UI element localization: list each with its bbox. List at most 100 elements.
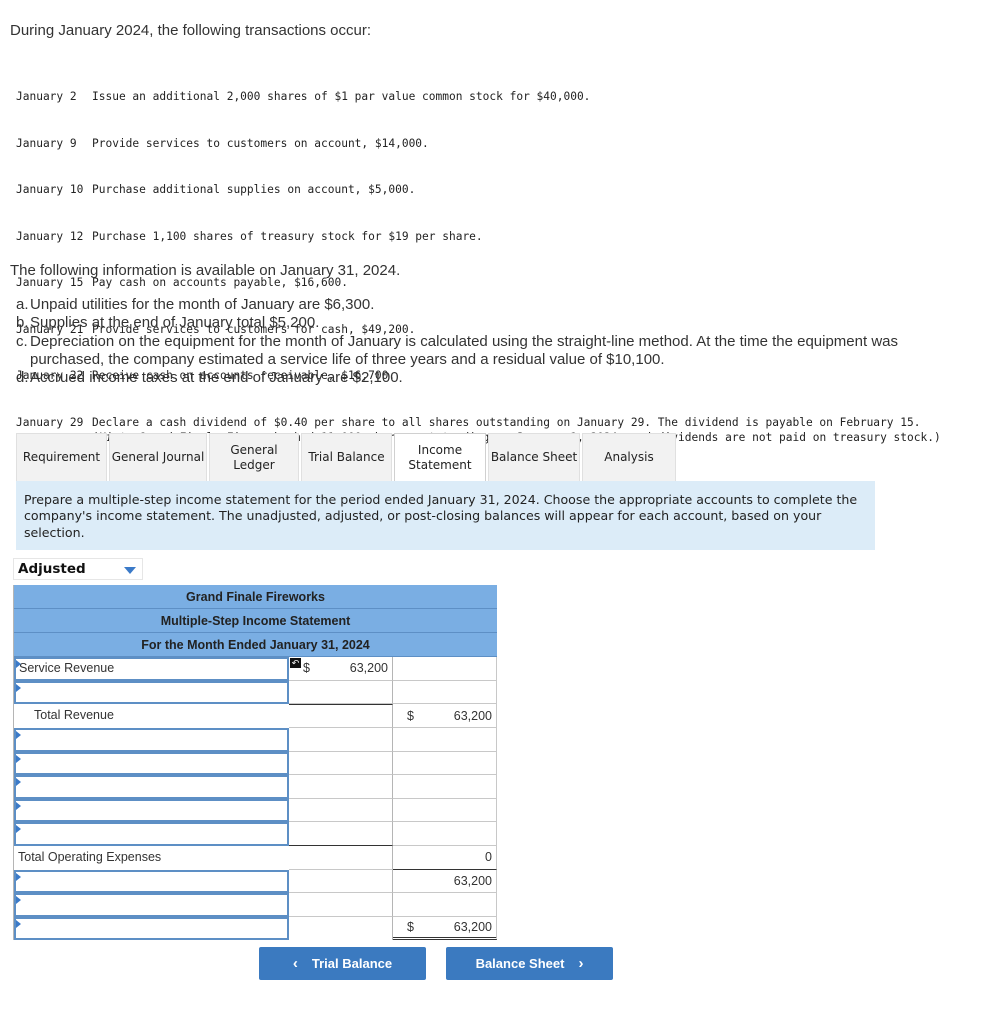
- balance-type-select[interactable]: Adjusted: [13, 558, 143, 580]
- amount-cell[interactable]: [289, 680, 393, 704]
- total-cell: [393, 798, 497, 822]
- dropdown-arrow-icon: [16, 872, 21, 881]
- statement-title: Multiple-Step Income Statement: [14, 609, 497, 633]
- row-label: Total Operating Expenses: [18, 849, 162, 864]
- account-select[interactable]: [14, 798, 289, 822]
- info-heading: The following information is available o…: [10, 262, 401, 279]
- amount-cell[interactable]: [289, 728, 393, 752]
- transaction-text: Issue an additional 2,000 shares of $1 p…: [92, 90, 591, 103]
- tab-analysis[interactable]: Analysis: [582, 433, 676, 481]
- account-select[interactable]: [14, 893, 289, 917]
- amount-cell: [289, 916, 393, 940]
- balance-type-value: Adjusted: [18, 561, 86, 577]
- account-select[interactable]: [14, 728, 289, 752]
- info-item: a. Unpaid utilities for the month of Janu…: [16, 296, 966, 314]
- instruction-text: Prepare a multiple-step income statement…: [16, 481, 875, 550]
- account-select[interactable]: Service Revenue: [14, 657, 289, 681]
- tab-balance-sheet[interactable]: Balance Sheet: [488, 433, 580, 481]
- total-value: 63,200: [453, 873, 492, 888]
- currency-symbol: $: [407, 919, 414, 934]
- prev-button-label: Trial Balance: [311, 956, 393, 971]
- account-select[interactable]: [14, 751, 289, 775]
- next-button-label: Balance Sheet: [475, 956, 565, 971]
- info-item: c. Depreciation on the equipment for the …: [16, 333, 966, 370]
- tab-bar: Requirement General Journal General Ledg…: [16, 433, 678, 481]
- amount-cell[interactable]: [289, 751, 393, 775]
- amount-cell[interactable]: ↶ $ 63,200: [289, 657, 393, 681]
- statement-company: Grand Finale Fireworks: [14, 585, 497, 609]
- next-balance-sheet-button[interactable]: Balance Sheet ›: [446, 947, 613, 980]
- table-row: [14, 775, 497, 799]
- dropdown-arrow-icon: [16, 778, 21, 786]
- table-row: [14, 680, 497, 704]
- table-row: $ 63,200: [14, 916, 497, 940]
- dropdown-arrow-icon: [16, 801, 21, 810]
- table-row: Total Revenue $ 63,200: [14, 704, 497, 728]
- table-row: [14, 751, 497, 775]
- total-cell: [393, 822, 497, 846]
- chevron-down-icon[interactable]: [124, 567, 136, 574]
- table-row: [14, 893, 497, 917]
- total-value: 0: [485, 850, 492, 864]
- total-cell: 0: [393, 845, 497, 870]
- amount-cell[interactable]: [289, 822, 393, 846]
- statement-period: For the Month Ended January 31, 2024: [14, 633, 497, 657]
- account-select[interactable]: [14, 822, 289, 846]
- info-letter: a.: [16, 296, 29, 313]
- account-select[interactable]: [14, 916, 289, 940]
- account-select[interactable]: [14, 680, 289, 704]
- amount-cell[interactable]: [289, 775, 393, 799]
- table-row: [14, 728, 497, 752]
- dropdown-arrow-icon: [16, 896, 21, 904]
- tab-income-statement[interactable]: Income Statement: [394, 433, 486, 481]
- tab-trial-balance[interactable]: Trial Balance: [301, 433, 392, 481]
- intro-text: During January 2024, the following trans…: [10, 22, 372, 39]
- info-text: Supplies at the end of January total $5,…: [30, 314, 320, 332]
- row-label: Total Revenue: [34, 708, 114, 722]
- amount-cell: [289, 704, 393, 728]
- transaction-text: Purchase 1,100 shares of treasury stock …: [92, 229, 483, 243]
- currency-symbol: $: [303, 661, 310, 676]
- amount-cell[interactable]: [289, 798, 393, 822]
- dropdown-arrow-icon: [16, 919, 21, 928]
- transaction-date: January 12: [16, 229, 84, 243]
- info-text: Accrued income taxes at the end of Janua…: [30, 369, 403, 387]
- transaction-item: January 2 Issue an additional 2,000 share…: [16, 89, 952, 105]
- account-select[interactable]: [14, 775, 289, 799]
- account-select[interactable]: [14, 869, 289, 893]
- dropdown-arrow-icon: [16, 754, 21, 763]
- currency-symbol: $: [407, 708, 414, 723]
- prev-trial-balance-button[interactable]: ‹ Trial Balance: [259, 947, 426, 980]
- total-cell[interactable]: [393, 893, 497, 917]
- transaction-date: January 2: [16, 90, 77, 103]
- info-list: a. Unpaid utilities for the month of Janu…: [16, 296, 966, 387]
- table-row: [14, 822, 497, 846]
- net-income-cell: $ 63,200: [393, 916, 497, 940]
- table-row: 63,200: [14, 869, 497, 893]
- total-cell: [393, 728, 497, 752]
- transaction-item: January 12 Purchase 1,100 shares of treas…: [16, 229, 952, 245]
- tab-general-journal[interactable]: General Journal: [109, 433, 207, 481]
- info-letter: b.: [16, 314, 29, 332]
- total-cell: [393, 751, 497, 775]
- table-row: [14, 798, 497, 822]
- income-statement-table: Grand Finale Fireworks Multiple-Step Inc…: [13, 585, 497, 940]
- transaction-text: Provide services to customers on account…: [92, 136, 429, 150]
- info-item: d. Accrued income taxes at the end of Jan…: [16, 369, 966, 387]
- transaction-text: Purchase additional supplies on account,…: [92, 183, 416, 196]
- amount-cell[interactable]: [289, 869, 393, 893]
- transaction-item: January 10 Purchase additional supplies o…: [16, 182, 952, 198]
- amount-value: 63,200: [349, 661, 388, 676]
- account-name: Service Revenue: [19, 661, 115, 675]
- total-cell: 63,200: [393, 869, 497, 893]
- undo-icon[interactable]: ↶: [290, 658, 301, 668]
- tab-general-ledger[interactable]: General Ledger: [209, 433, 299, 481]
- total-cell: [393, 775, 497, 799]
- table-row: Service Revenue ↶ $ 63,200: [14, 657, 497, 681]
- info-letter: d.: [16, 369, 29, 387]
- tab-requirement[interactable]: Requirement: [16, 433, 107, 481]
- info-item: b. Supplies at the end of January total $…: [16, 314, 966, 332]
- amount-cell[interactable]: [289, 893, 393, 917]
- dropdown-arrow-icon: [16, 731, 21, 739]
- dropdown-arrow-icon: [16, 683, 21, 692]
